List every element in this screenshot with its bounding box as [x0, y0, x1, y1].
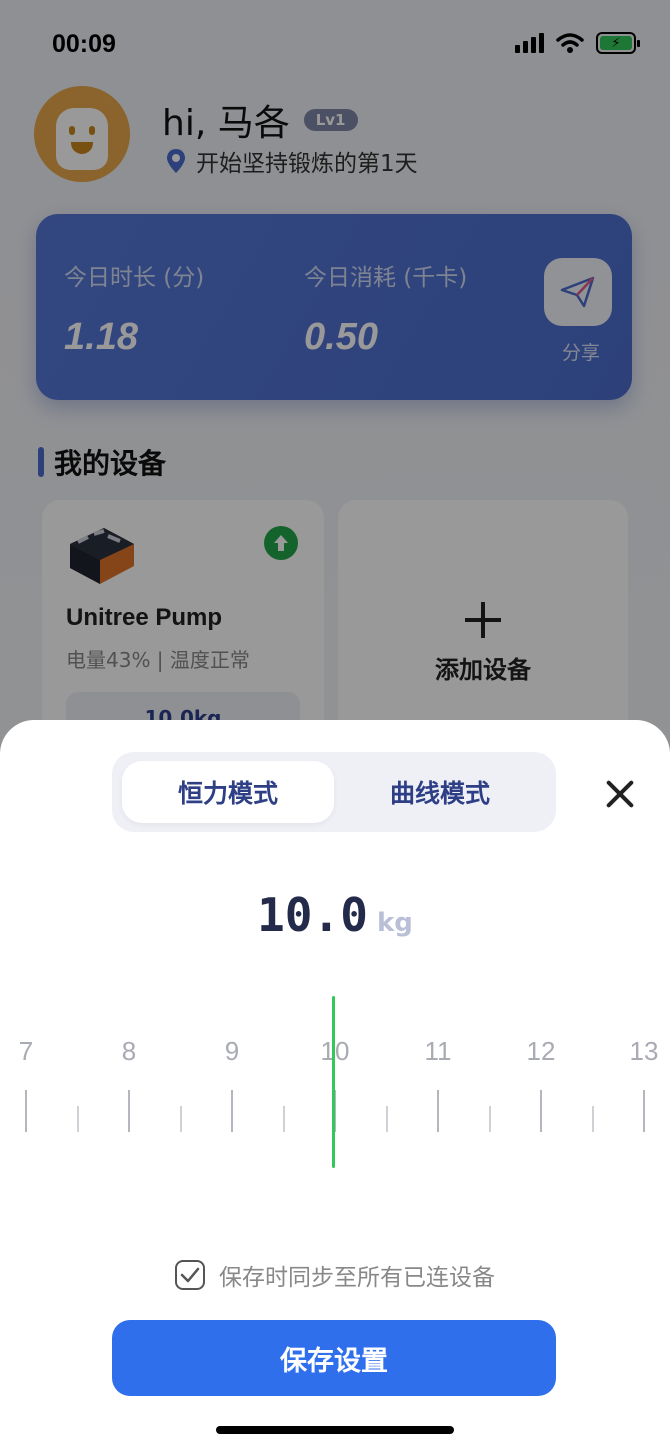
ruler-minor-tick [591, 1106, 594, 1132]
ruler-major-tick [643, 1090, 645, 1132]
weight-value: 10.0 [257, 888, 368, 942]
checkmark-icon [180, 1267, 200, 1283]
ruler-label: 8 [121, 1036, 137, 1066]
weight-readout: 10.0 kg [0, 888, 670, 942]
weight-ruler-slider[interactable]: 7 8 9 10 11 12 13 [0, 980, 670, 1180]
home-indicator [216, 1426, 454, 1434]
ruler-label: 11 [424, 1036, 452, 1066]
ruler-major-tick [25, 1090, 27, 1132]
ruler-label: 7 [18, 1036, 34, 1066]
ruler-label: 10 [320, 1036, 350, 1066]
ruler-minor-tick [282, 1106, 285, 1132]
ruler-major-tick [437, 1090, 439, 1132]
tab-constant-force[interactable]: 恒力模式 [122, 761, 334, 823]
weight-setting-sheet: 恒力模式 曲线模式 10.0 kg 7 8 9 10 11 12 13 保存时同步至所有已连… [0, 720, 670, 1448]
ruler-minor-tick [488, 1106, 491, 1132]
sync-option[interactable]: 保存时同步至所有已连设备 [0, 1258, 670, 1292]
close-icon[interactable] [602, 776, 638, 812]
save-settings-button[interactable]: 保存设置 [112, 1320, 556, 1396]
ruler-major-tick [128, 1090, 130, 1132]
sync-checkbox[interactable] [175, 1260, 205, 1290]
tab-curve-mode[interactable]: 曲线模式 [334, 761, 546, 823]
ruler-minor-tick [179, 1106, 182, 1132]
weight-unit: kg [376, 908, 413, 938]
ruler-major-tick [540, 1090, 542, 1132]
ruler-minor-tick [76, 1106, 79, 1132]
ruler-indicator [332, 996, 335, 1168]
ruler-label: 9 [224, 1036, 240, 1066]
sync-label: 保存时同步至所有已连设备 [219, 1265, 495, 1291]
ruler-minor-tick [385, 1106, 388, 1132]
mode-switch: 恒力模式 曲线模式 [112, 752, 556, 832]
ruler-major-tick [231, 1090, 233, 1132]
ruler-label: 12 [526, 1036, 556, 1066]
ruler-label: 13 [629, 1036, 659, 1066]
